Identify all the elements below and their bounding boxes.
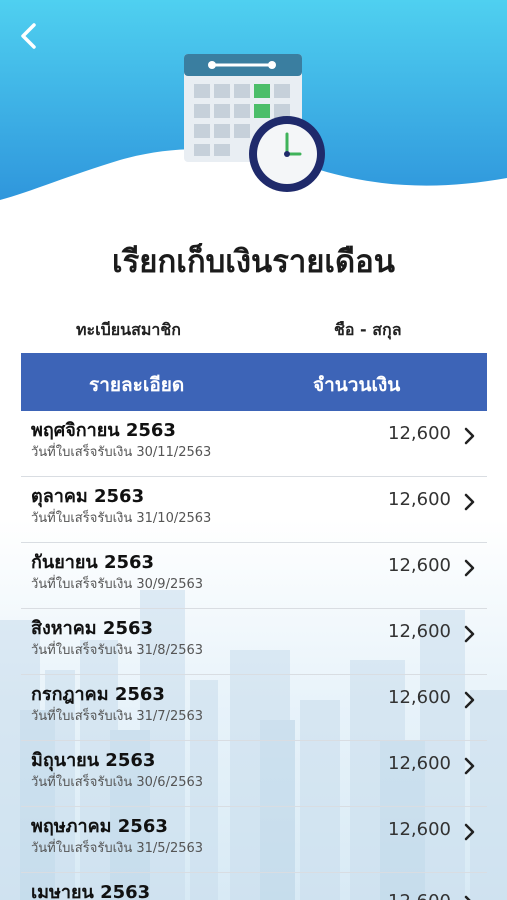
billing-row[interactable]: มิถุนายน 2563 วันที่ใบเสร็จรับเงิน 30/6/… bbox=[21, 741, 487, 807]
screen: เรียกเก็บเงินรายเดือน ทะเบียนสมาชิก ชือ … bbox=[0, 0, 507, 900]
billing-amount: 12,600 bbox=[388, 891, 451, 900]
receipt-date: วันที่ใบเสร็จรับเงิน 30/11/2563 bbox=[31, 445, 212, 460]
billing-row[interactable]: กันยายน 2563 วันที่ใบเสร็จรับเงิน 30/9/2… bbox=[21, 543, 487, 609]
calendar-clock-icon bbox=[184, 54, 325, 192]
billing-month: พฤศจิกายน 2563 bbox=[31, 420, 176, 441]
billing-row[interactable]: กรกฎาคม 2563 วันที่ใบเสร็จรับเงิน 31/7/2… bbox=[21, 675, 487, 741]
billing-month: เมษายน 2563 bbox=[31, 882, 151, 900]
receipt-date: วันที่ใบเสร็จรับเงิน 30/6/2563 bbox=[31, 775, 204, 790]
receipt-date: วันที่ใบเสร็จรับเงิน 31/7/2563 bbox=[31, 709, 204, 724]
chevron-right-icon bbox=[464, 427, 475, 445]
table-header: รายละเอียด จำนวนเงิน bbox=[21, 353, 487, 411]
billing-amount: 12,600 bbox=[388, 687, 451, 708]
page-title: เรียกเก็บเงินรายเดือน bbox=[112, 244, 395, 280]
billing-amount: 12,600 bbox=[388, 819, 451, 840]
billing-row[interactable]: สิงหาคม 2563 วันที่ใบเสร็จรับเงิน 31/8/2… bbox=[21, 609, 487, 675]
billing-month: มิถุนายน 2563 bbox=[31, 750, 156, 771]
billing-row[interactable]: พฤศจิกายน 2563 วันที่ใบเสร็จรับเงิน 30/1… bbox=[21, 411, 487, 477]
chevron-right-icon bbox=[464, 757, 475, 775]
billing-list: พฤศจิกายน 2563 วันที่ใบเสร็จรับเงิน 30/1… bbox=[21, 411, 487, 900]
receipt-date: วันที่ใบเสร็จรับเงิน 31/8/2563 bbox=[31, 643, 204, 658]
receipt-date: วันที่ใบเสร็จรับเงิน 31/10/2563 bbox=[31, 511, 212, 526]
billing-amount: 12,600 bbox=[388, 423, 451, 444]
billing-month: กันยายน 2563 bbox=[31, 552, 155, 573]
back-button[interactable] bbox=[12, 18, 48, 54]
chevron-right-icon bbox=[464, 559, 475, 577]
chevron-right-icon bbox=[464, 493, 475, 511]
billing-row[interactable]: ตุลาคม 2563 วันที่ใบเสร็จรับเงิน 31/10/2… bbox=[21, 477, 487, 543]
chevron-right-icon bbox=[464, 625, 475, 643]
billing-row[interactable]: พฤษภาคม 2563 วันที่ใบเสร็จรับเงิน 31/5/2… bbox=[21, 807, 487, 873]
billing-amount: 12,600 bbox=[388, 621, 451, 642]
member-name-label: ชือ - สกุล bbox=[334, 320, 402, 339]
chevron-right-icon bbox=[464, 823, 475, 841]
billing-row[interactable]: เมษายน 2563 12,600 bbox=[21, 873, 487, 900]
billing-month: พฤษภาคม 2563 bbox=[31, 816, 168, 837]
billing-month: กรกฎาคม 2563 bbox=[31, 684, 165, 705]
billing-amount: 12,600 bbox=[388, 555, 451, 576]
billing-month: สิงหาคม 2563 bbox=[31, 618, 154, 639]
chevron-right-icon bbox=[464, 895, 471, 900]
billing-amount: 12,600 bbox=[388, 753, 451, 774]
column-detail-header: รายละเอียด bbox=[89, 374, 185, 396]
chevron-left-icon bbox=[21, 23, 36, 49]
billing-month: ตุลาคม 2563 bbox=[31, 486, 145, 507]
billing-amount: 12,600 bbox=[388, 489, 451, 510]
member-info: ทะเบียนสมาชิก ชือ - สกุล bbox=[0, 318, 507, 342]
column-amount-header: จำนวนเงิน bbox=[313, 374, 401, 396]
receipt-date: วันที่ใบเสร็จรับเงิน 31/5/2563 bbox=[31, 841, 204, 856]
chevron-right-icon bbox=[464, 691, 475, 709]
member-id-label: ทะเบียนสมาชิก bbox=[76, 320, 181, 339]
receipt-date: วันที่ใบเสร็จรับเงิน 30/9/2563 bbox=[31, 577, 204, 592]
